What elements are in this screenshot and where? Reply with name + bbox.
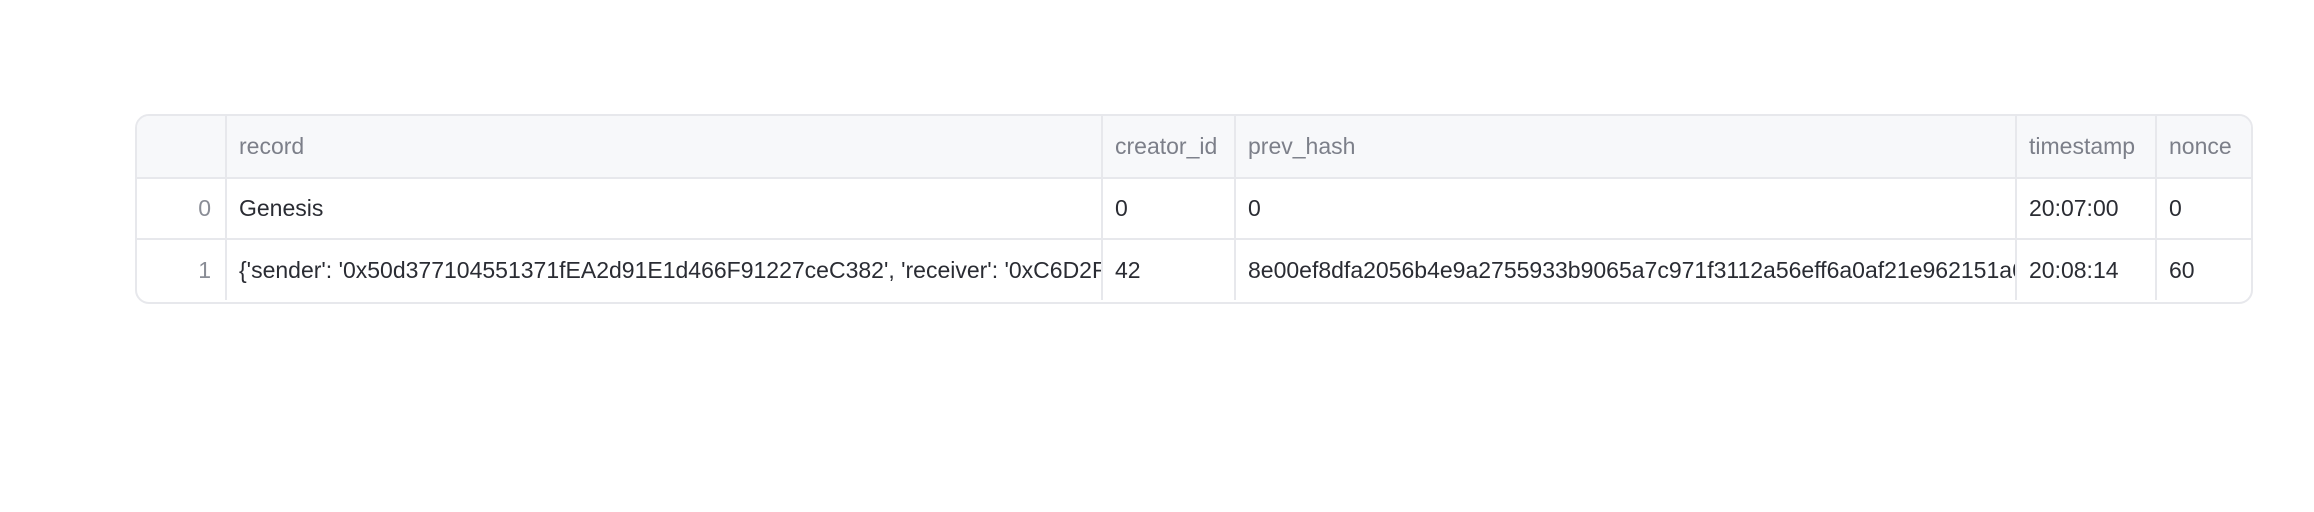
header-timestamp[interactable]: timestamp bbox=[2016, 116, 2157, 179]
prev-hash-cell[interactable]: 8e00ef8dfa2056b4e9a2755933b9065a7c971f31… bbox=[1235, 239, 2017, 300]
row-index-cell: 0 bbox=[137, 178, 227, 240]
row-index-cell: 1 bbox=[137, 239, 227, 300]
creator-id-cell[interactable]: 42 bbox=[1102, 239, 1236, 300]
header-prev-hash[interactable]: prev_hash bbox=[1235, 116, 2017, 179]
prev-hash-cell[interactable]: 0 bbox=[1235, 178, 2017, 240]
header-index[interactable] bbox=[137, 116, 227, 179]
record-cell[interactable]: {'sender': '0x50d377104551371fEA2d91E1d4… bbox=[226, 239, 1103, 300]
table-row: 0 Genesis 0 0 20:07:00 0 bbox=[137, 178, 2251, 240]
creator-id-cell[interactable]: 0 bbox=[1102, 178, 1236, 240]
timestamp-cell[interactable]: 20:07:00 bbox=[2016, 178, 2157, 240]
nonce-cell[interactable]: 60 bbox=[2156, 239, 2251, 300]
table-row: 1 {'sender': '0x50d377104551371fEA2d91E1… bbox=[137, 239, 2251, 300]
header-record[interactable]: record bbox=[226, 116, 1103, 179]
header-nonce[interactable]: nonce bbox=[2156, 116, 2251, 179]
header-row: record creator_id prev_hash timestamp no… bbox=[137, 116, 2251, 179]
data-table: record creator_id prev_hash timestamp no… bbox=[137, 116, 2251, 300]
timestamp-cell[interactable]: 20:08:14 bbox=[2016, 239, 2157, 300]
header-creator-id[interactable]: creator_id bbox=[1102, 116, 1236, 179]
nonce-cell[interactable]: 0 bbox=[2156, 178, 2251, 240]
page: record creator_id prev_hash timestamp no… bbox=[0, 0, 2314, 512]
record-cell[interactable]: Genesis bbox=[226, 178, 1103, 240]
dataframe-table[interactable]: record creator_id prev_hash timestamp no… bbox=[135, 114, 2253, 304]
